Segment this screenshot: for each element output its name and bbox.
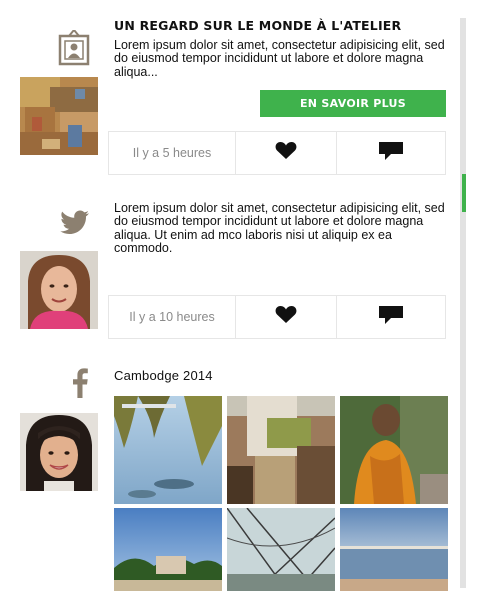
heart-icon [275, 141, 297, 165]
scrollbar-thumb[interactable] [462, 174, 466, 212]
facebook-icon [72, 368, 88, 403]
scrollbar[interactable] [460, 18, 466, 588]
speech-bubble-icon [379, 141, 403, 165]
gallery-photo[interactable] [340, 508, 448, 591]
album-title: Cambodge 2014 [114, 368, 213, 383]
post-actions: Il y a 5 heures [108, 131, 446, 175]
post-side-column [20, 348, 98, 498]
gallery-photo[interactable] [227, 508, 335, 591]
like-button[interactable] [236, 296, 337, 338]
twitter-icon [60, 210, 90, 241]
gallery-photo[interactable] [227, 396, 335, 504]
post-text: Lorem ipsum dolor sit amet, consectetur … [114, 201, 445, 256]
photo-gallery [114, 396, 450, 591]
gallery-photo[interactable] [114, 396, 222, 504]
post-time: Il y a 10 heures [109, 296, 236, 338]
comment-button[interactable] [337, 132, 445, 174]
comment-button[interactable] [337, 296, 445, 338]
portfolio-icon [58, 28, 90, 71]
post-side-column [20, 0, 98, 160]
article-thumbnail[interactable] [20, 77, 98, 155]
like-button[interactable] [236, 132, 337, 174]
speech-bubble-icon [379, 305, 403, 329]
user-avatar[interactable] [20, 413, 98, 491]
feed-post-tweet: Lorem ipsum dolor sit amet, consectetur … [0, 180, 460, 348]
heart-icon [275, 305, 297, 329]
gallery-photo[interactable] [340, 396, 448, 504]
post-actions: Il y a 10 heures [108, 295, 446, 339]
social-feed: UN REGARD SUR LE MONDE À L'ATELIER Lorem… [0, 0, 479, 607]
user-avatar[interactable] [20, 251, 98, 329]
feed-post-article: UN REGARD SUR LE MONDE À L'ATELIER Lorem… [0, 0, 460, 180]
gallery-photo[interactable] [114, 508, 222, 591]
post-title: UN REGARD SUR LE MONDE À L'ATELIER [114, 18, 402, 33]
post-text: Lorem ipsum dolor sit amet, consectetur … [114, 38, 445, 79]
post-time: Il y a 5 heures [109, 132, 236, 174]
read-more-button[interactable]: EN SAVOIR PLUS [260, 90, 446, 117]
post-side-column [20, 180, 98, 330]
